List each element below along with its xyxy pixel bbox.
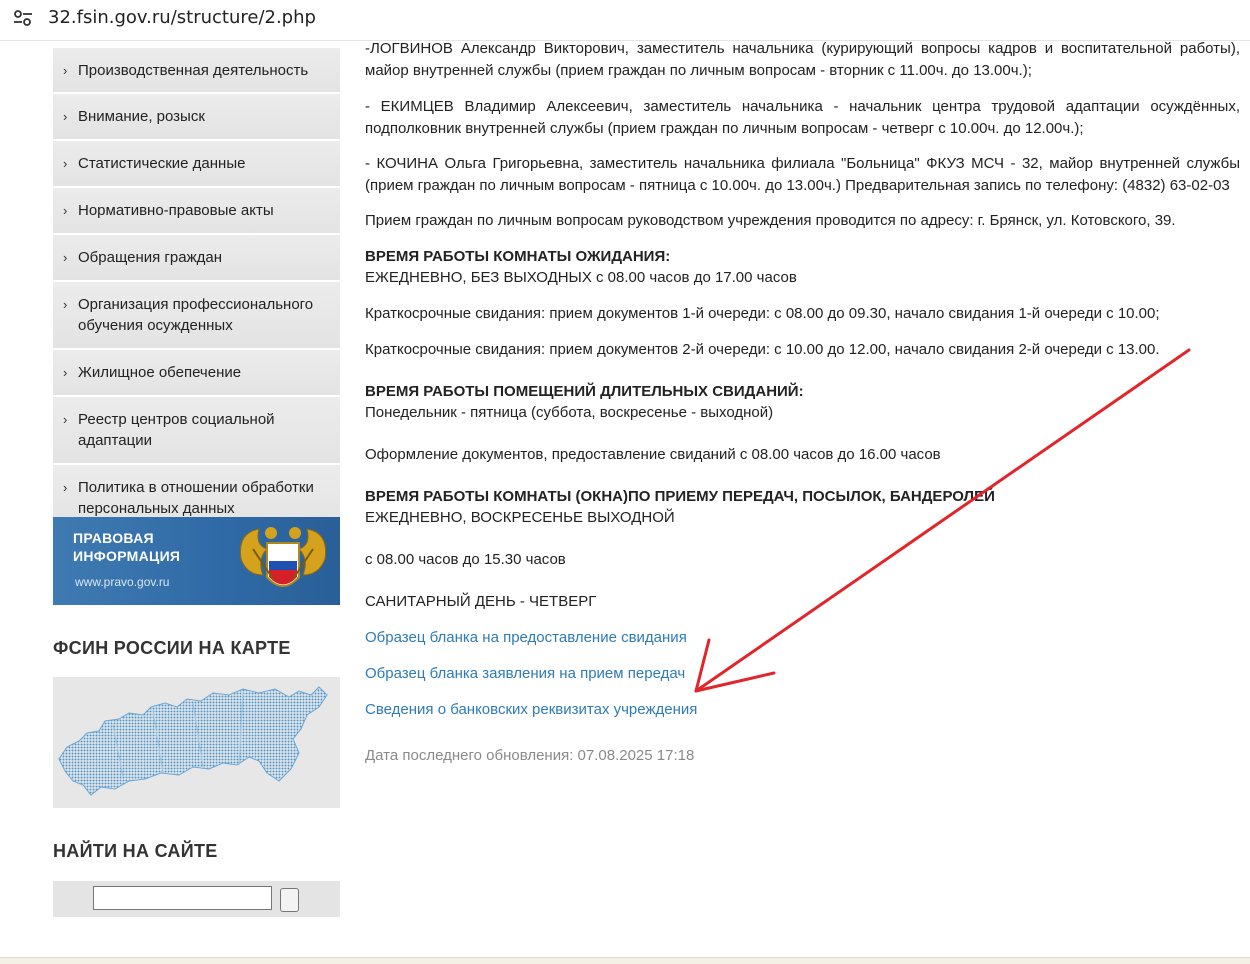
sidebar-item-label: Организация профессионального обучения о…	[78, 296, 314, 334]
russia-map[interactable]	[53, 677, 340, 808]
search-input[interactable]	[93, 886, 272, 910]
url-text[interactable]: 32.fsin.gov.ru/structure/2.php	[48, 7, 316, 28]
sidebar-item-label: Обращения граждан	[78, 249, 222, 266]
search-button[interactable]	[280, 888, 299, 912]
parcels-hours: с 08.00 часов до 15.30 часов	[365, 551, 566, 568]
russia-map-icon	[58, 686, 328, 796]
chevron-right-icon: ›	[63, 250, 68, 265]
address-bar[interactable]: 32.fsin.gov.ru/structure/2.php	[0, 0, 1250, 41]
waiting-room-heading: ВРЕМЯ РАБОТЫ КОМНАТЫ ОЖИДАНИЯ:	[365, 248, 671, 265]
last-updated: Дата последнего обновления: 07.08.2025 1…	[365, 747, 695, 764]
chevron-right-icon: ›	[63, 412, 68, 427]
reception-address: Прием граждан по личным вопросам руковод…	[365, 212, 1176, 229]
site-settings-icon[interactable]	[12, 8, 34, 28]
short-visit-queue-2: Краткосрочные свидания: прием документов…	[365, 341, 1160, 358]
sidebar-item-label: Политика в отношении обработки персональ…	[78, 479, 314, 517]
sidebar-item-label: Внимание, розыск	[78, 108, 205, 125]
parcels-heading: ВРЕМЯ РАБОТЫ КОМНАТЫ (ОКНА)ПО ПРИЕМУ ПЕР…	[365, 488, 995, 505]
search-heading: НАЙТИ НА САЙТЕ	[53, 841, 218, 861]
banner-line-1: ПРАВОВАЯ	[73, 530, 154, 546]
chevron-right-icon: ›	[63, 63, 68, 78]
sidebar-item-label: Жилищное обепечение	[78, 364, 242, 381]
map-heading: ФСИН РОССИИ НА КАРТЕ	[53, 638, 291, 658]
waiting-room-hours: ЕЖЕДНЕВНО, БЕЗ ВЫХОДНЫХ с 08.00 часов до…	[365, 269, 797, 286]
chevron-right-icon: ›	[63, 156, 68, 171]
chevron-right-icon: ›	[63, 109, 68, 124]
double-eagle-emblem-icon	[239, 527, 327, 587]
banner-url: www.pravo.gov.ru	[75, 575, 170, 589]
link-bank-details[interactable]: Сведения о банковских реквизитах учрежде…	[365, 700, 697, 720]
sanitary-day: САНИТАРНЫЙ ДЕНЬ - ЧЕТВЕРГ	[365, 593, 597, 610]
sidebar-item-label: Производственная деятельность	[78, 62, 309, 79]
sidebar-item-legal-acts[interactable]: › Нормативно-правовые акты	[53, 188, 340, 235]
sidebar-item-statistics[interactable]: › Статистические данные	[53, 141, 340, 188]
long-visit-hours: Оформление документов, предоставление св…	[365, 446, 941, 463]
sidebar-item-housing[interactable]: › Жилищное обепечение	[53, 350, 340, 397]
sidebar-item-citizen-appeals[interactable]: › Обращения граждан	[53, 235, 340, 282]
staff-paragraph-ekimtsev: - ЕКИМЦЕВ Владимир Алексеевич, заместите…	[365, 98, 1240, 137]
staff-paragraph-logvinov: -ЛОГВИНОВ Александр Викторович, заместит…	[365, 40, 1240, 79]
legal-info-banner[interactable]: ПРАВОВАЯ ИНФОРМАЦИЯ www.pravo.gov.ru	[53, 517, 340, 605]
parcels-days: ЕЖЕДНЕВНО, ВОСКРЕСЕНЬЕ ВЫХОДНОЙ	[365, 509, 675, 526]
long-visit-heading: ВРЕМЯ РАБОТЫ ПОМЕЩЕНИЙ ДЛИТЕЛЬНЫХ СВИДАН…	[365, 383, 804, 400]
chevron-right-icon: ›	[63, 297, 68, 312]
sidebar-menu: › Производственная деятельность › Вниман…	[53, 48, 340, 532]
search-panel	[53, 881, 340, 917]
link-visit-form[interactable]: Образец бланка на предоставление свидани…	[365, 628, 687, 648]
short-visit-queue-1: Краткосрочные свидания: прием документов…	[365, 305, 1160, 322]
sidebar-item-production[interactable]: › Производственная деятельность	[53, 48, 340, 94]
sidebar-item-label: Статистические данные	[78, 155, 246, 172]
chevron-right-icon: ›	[63, 480, 68, 495]
link-parcel-form[interactable]: Образец бланка заявления на прием переда…	[365, 664, 685, 684]
sidebar-item-social-adaptation[interactable]: › Реестр центров социальной адаптации	[53, 397, 340, 465]
sidebar-item-vocational-training[interactable]: › Организация профессионального обучения…	[53, 282, 340, 350]
sidebar-item-label: Нормативно-правовые акты	[78, 202, 274, 219]
sidebar-item-label: Реестр центров социальной адаптации	[78, 411, 275, 449]
banner-line-2: ИНФОРМАЦИЯ	[73, 548, 181, 564]
chevron-right-icon: ›	[63, 365, 68, 380]
staff-paragraph-kochina: - КОЧИНА Ольга Григорьевна, заместитель …	[365, 155, 1240, 194]
chevron-right-icon: ›	[63, 203, 68, 218]
long-visit-days: Понедельник - пятница (суббота, воскресе…	[365, 404, 774, 421]
sidebar-item-wanted[interactable]: › Внимание, розыск	[53, 94, 340, 141]
